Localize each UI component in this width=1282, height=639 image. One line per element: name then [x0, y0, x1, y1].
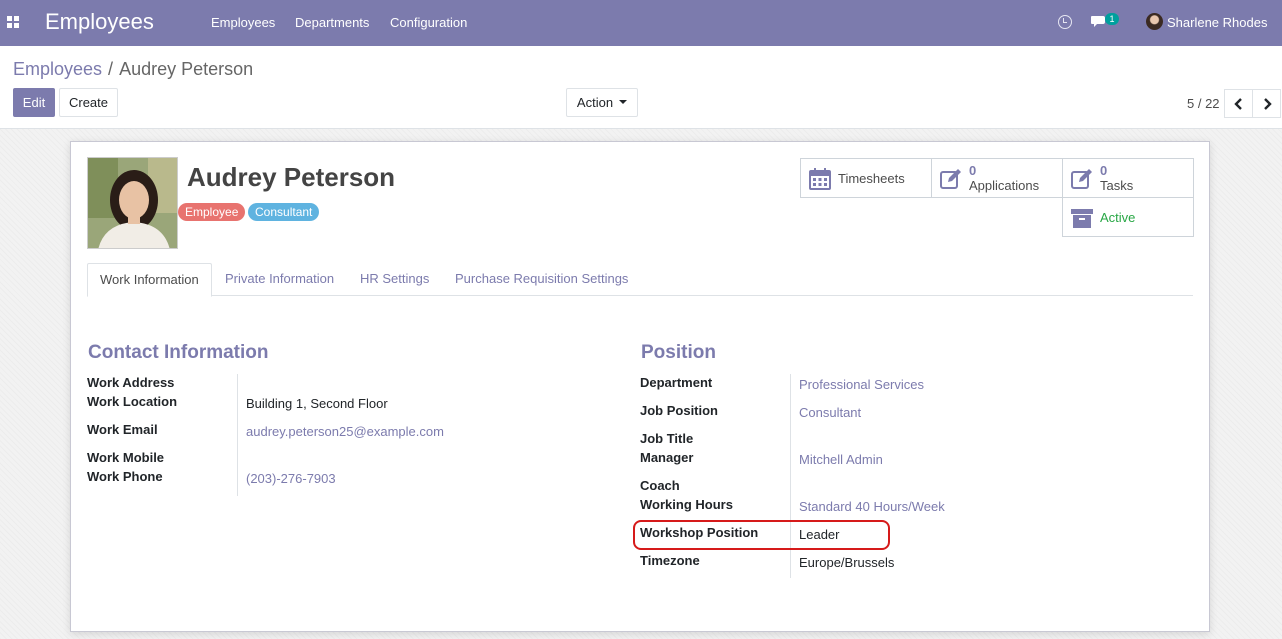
pager-previous-button[interactable]	[1224, 89, 1253, 118]
user-avatar[interactable]	[1146, 13, 1163, 30]
menu-departments[interactable]: Departments	[295, 15, 369, 30]
breadcrumb-employees-link[interactable]: Employees	[13, 59, 102, 79]
notebook-tabs: Work Information Private Information HR …	[87, 263, 1193, 297]
top-navbar: Employees Employees Departments Configur…	[0, 0, 1282, 46]
tab-hr-settings[interactable]: HR Settings	[348, 263, 441, 296]
pager-value[interactable]: 5 / 22	[1187, 96, 1220, 111]
edit-button[interactable]: Edit	[13, 88, 55, 117]
tag-consultant[interactable]: Consultant	[248, 203, 320, 221]
menu-employees[interactable]: Employees	[211, 15, 275, 30]
work-phone-link[interactable]: (203)-276-7903	[246, 471, 336, 486]
working-hours-label: Working Hours	[640, 497, 733, 512]
timesheets-button[interactable]: Timesheets	[800, 158, 932, 198]
action-dropdown[interactable]: Action	[566, 88, 638, 117]
tasks-button[interactable]: 0 Tasks	[1062, 158, 1194, 198]
work-email-link[interactable]: audrey.peterson25@example.com	[246, 424, 444, 439]
app-title[interactable]: Employees	[45, 9, 154, 35]
employee-form-sheet: Audrey Peterson Employee Consultant Time…	[70, 141, 1210, 632]
job-position-link[interactable]: Consultant	[799, 405, 861, 420]
calendar-icon	[809, 168, 831, 190]
manager-link[interactable]: Mitchell Admin	[799, 452, 883, 467]
create-button[interactable]: Create	[59, 88, 118, 117]
action-dropdown-label: Action	[576, 95, 614, 110]
work-email-label: Work Email	[87, 422, 158, 437]
breadcrumb-separator: /	[108, 59, 114, 79]
work-address-label: Work Address	[87, 375, 175, 390]
employee-name[interactable]: Audrey Peterson	[187, 162, 395, 193]
employee-photo[interactable]	[87, 157, 178, 249]
control-panel: Employees / Audrey Peterson Edit Create Ac…	[0, 46, 1282, 129]
user-name[interactable]: Sharlene Rhodes	[1167, 15, 1267, 30]
work-location-value[interactable]: Building 1, Second Floor	[246, 396, 388, 411]
archive-icon	[1071, 209, 1093, 228]
tasks-label: Tasks	[1100, 178, 1134, 193]
edit-square-icon	[940, 169, 961, 189]
caret-down-icon	[619, 100, 628, 104]
applications-button[interactable]: 0 Applications	[931, 158, 1063, 198]
messages-icon[interactable]	[1091, 15, 1106, 27]
tab-private-information[interactable]: Private Information	[213, 263, 346, 296]
timesheets-label: Timesheets	[838, 171, 905, 186]
active-toggle-button[interactable]: Active	[1062, 197, 1194, 237]
breadcrumb: Employees / Audrey Peterson	[13, 59, 253, 80]
timezone-label: Timezone	[640, 553, 700, 568]
tasks-count: 0	[1100, 163, 1108, 178]
applications-label: Applications	[969, 178, 1040, 193]
timezone-value[interactable]: Europe/Brussels	[799, 555, 894, 570]
pager-next-button[interactable]	[1252, 89, 1281, 118]
chevron-right-icon	[1264, 98, 1272, 110]
workshop-position-highlight	[633, 520, 890, 550]
department-label: Department	[640, 375, 713, 390]
message-count-badge: 1	[1105, 13, 1119, 25]
tab-purchase-requisition-settings[interactable]: Purchase Requisition Settings	[443, 263, 640, 296]
breadcrumb-current: Audrey Peterson	[119, 59, 254, 79]
working-hours-link[interactable]: Standard 40 Hours/Week	[799, 499, 945, 514]
job-position-label: Job Position	[640, 403, 718, 418]
applications-count: 0	[969, 163, 977, 178]
menu-configuration[interactable]: Configuration	[390, 15, 467, 30]
work-mobile-label: Work Mobile	[87, 450, 165, 465]
contact-divider	[237, 374, 238, 496]
apps-menu-icon[interactable]	[7, 16, 19, 28]
activity-clock-icon[interactable]	[1058, 15, 1072, 29]
department-link[interactable]: Professional Services	[799, 377, 924, 392]
active-status-label: Active	[1100, 210, 1136, 225]
chevron-left-icon	[1234, 98, 1242, 110]
tag-employee[interactable]: Employee	[178, 203, 246, 221]
coach-label: Coach	[640, 478, 680, 493]
work-location-label: Work Location	[87, 394, 178, 409]
tab-work-information[interactable]: Work Information	[87, 263, 212, 297]
job-title-label: Job Title	[640, 431, 694, 446]
position-title: Position	[641, 342, 716, 363]
edit-square-icon	[1071, 169, 1092, 189]
work-phone-label: Work Phone	[87, 469, 163, 484]
manager-label: Manager	[640, 450, 694, 465]
contact-information-title: Contact Information	[88, 342, 269, 363]
